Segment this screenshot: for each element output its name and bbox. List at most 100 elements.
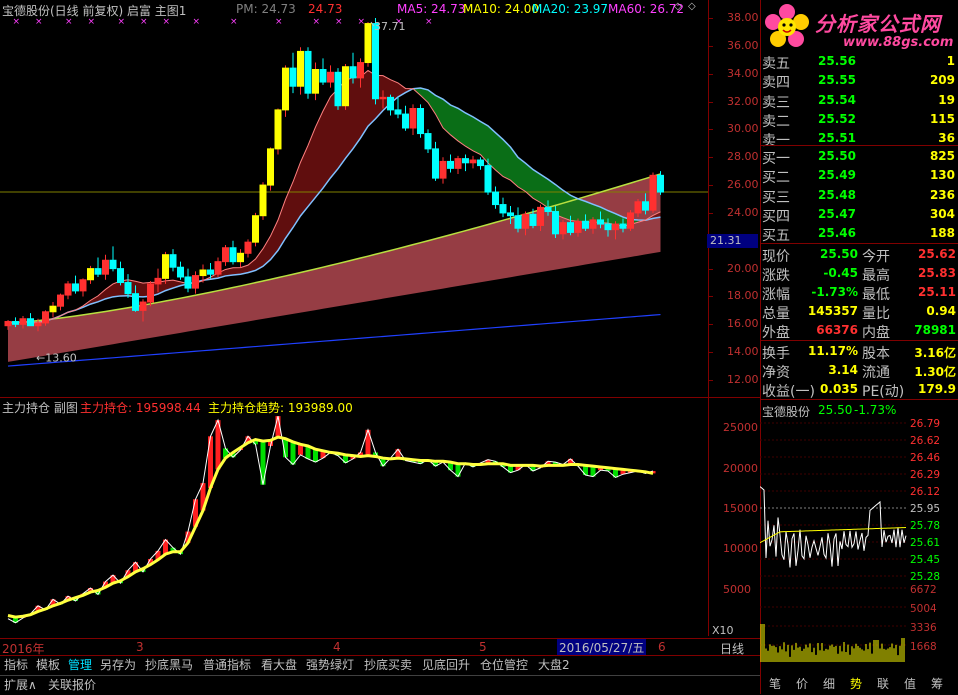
mini-vol-tick: 3336 (910, 622, 937, 634)
indicator-tab[interactable]: 仓位管控 (478, 657, 530, 674)
candle-body (223, 248, 229, 262)
candle-body (590, 220, 596, 228)
main-y-tickmark (709, 18, 713, 19)
buy-level-volume: 304 (900, 207, 955, 221)
quote-label: 涨跌 (762, 265, 790, 285)
sell-level-label: 卖二 (762, 111, 790, 131)
quote-value: 25.11 (900, 285, 956, 299)
right-bottom-tab[interactable]: 联 (872, 676, 894, 693)
candle-body (103, 260, 109, 274)
quote-label: 换手 (762, 343, 790, 363)
indicator-tab[interactable]: 看大盘 (259, 657, 299, 674)
buy-level-label: 买四 (762, 206, 790, 226)
indicator-tab[interactable]: 抄底黑马 (143, 657, 195, 674)
candle-body (545, 207, 551, 211)
candle-body (425, 134, 431, 149)
main-y-tick: 32.00 (727, 95, 759, 108)
indicator-tab[interactable]: 管理 (66, 657, 94, 674)
quote-label: 最高 (862, 265, 890, 285)
candle-body (163, 255, 169, 279)
candle-body (485, 166, 491, 192)
candle-body (238, 253, 244, 261)
main-chart-canvas[interactable]: ×××××××××××××××37.71←13.60 (0, 0, 710, 398)
mini-chart-canvas[interactable]: 26.7926.6226.4626.2926.1225.9525.7825.61… (760, 418, 958, 668)
low-price-annotation: ←13.60 (36, 352, 77, 365)
sell-level-volume: 1 (900, 54, 955, 68)
candle-body (20, 319, 26, 325)
x-label-3: 3 (136, 640, 144, 654)
right-bottom-tab[interactable]: 价 (791, 676, 813, 693)
quote-value: 179.9 (900, 382, 956, 396)
candle-body (643, 202, 649, 210)
indicator-tab[interactable]: 见底回升 (420, 657, 472, 674)
right-bottom-tab[interactable]: 笔 (764, 676, 786, 693)
indicator-tab[interactable]: 另存为 (98, 657, 138, 674)
candle-body (313, 70, 319, 94)
quote-value: 78981 (900, 323, 956, 337)
sell-level-price: 25.51 (818, 131, 856, 145)
ma-fill-segment (578, 199, 586, 223)
candle-body (118, 269, 124, 283)
candle-body (95, 269, 101, 275)
right-bottom-tab[interactable]: 细 (818, 676, 840, 693)
right-bottom-tab[interactable]: 筹 (926, 676, 948, 693)
quote-value: 66376 (800, 323, 858, 337)
indicator-tab[interactable]: 普通指标 (201, 657, 253, 674)
mini-price-tick: 25.45 (910, 554, 940, 566)
right-bottom-tab[interactable]: 值 (899, 676, 921, 693)
quote-value: 1.30亿 (900, 363, 956, 380)
candle-body (253, 216, 259, 242)
indicator-tab[interactable]: 模板 (34, 657, 62, 674)
main-y-tickmark (709, 185, 713, 186)
bottom-bar: 扩展∧ 关联报价 (0, 675, 760, 695)
candle-body (208, 270, 214, 274)
candle-body (290, 68, 296, 86)
related-quote-button[interactable]: 关联报价 (46, 677, 98, 694)
quote-label: 量比 (862, 303, 890, 323)
candle-body (5, 322, 11, 326)
candle-body (298, 51, 304, 86)
right-bottom-tab[interactable]: 势 (845, 676, 867, 693)
quote-label: 内盘 (862, 322, 890, 342)
quote-value: 0.035 (800, 382, 858, 396)
buy-level-volume: 188 (900, 226, 955, 240)
sub-y-tick: 20000 (723, 462, 758, 475)
sell-level-volume: 19 (900, 93, 955, 107)
quote-label: 现价 (762, 246, 790, 266)
indicator-tab[interactable]: 强势绿灯 (304, 657, 356, 674)
sell-level-volume: 209 (900, 73, 955, 87)
candle-body (268, 149, 274, 185)
quote-value: 25.83 (900, 266, 956, 280)
main-y-tick: 34.00 (727, 67, 759, 80)
candle-body (230, 248, 236, 262)
main-y-tickmark (709, 129, 713, 130)
top-marker: × (163, 17, 171, 27)
sub-y-tick: 5000 (723, 583, 751, 596)
buy-level-price: 25.46 (818, 226, 856, 240)
quote-value: -1.73% (800, 285, 858, 299)
high-price-annotation: 37.71 (374, 20, 406, 33)
indicator-tab[interactable]: 指标 (2, 657, 30, 674)
quote-label: 股本 (862, 343, 890, 363)
quote-value: 25.50 (800, 247, 858, 261)
indicator-tab[interactable]: 抄底买卖 (362, 657, 414, 674)
candle-body (215, 262, 221, 275)
logo-url[interactable]: www.88gs.com (843, 35, 953, 50)
quote-label: 流通 (862, 362, 890, 382)
expand-button[interactable]: 扩展∧ (2, 677, 39, 694)
ma-fill-segment (301, 145, 309, 215)
logo: 分析家公式网 www.88gs.com (761, 2, 957, 52)
candle-body (635, 202, 641, 213)
buy-level-price: 25.49 (818, 168, 856, 182)
main-y-tick: 14.00 (727, 345, 759, 358)
mini-price-tick: 26.79 (910, 418, 940, 430)
sell-level-price: 25.52 (818, 112, 856, 126)
candle-body (463, 159, 469, 163)
mini-price-tick: 25.95 (910, 503, 940, 515)
indicator-tab[interactable]: 大盘2 (536, 657, 572, 674)
candle-body (320, 70, 326, 83)
main-y-tick: 12.00 (727, 373, 759, 386)
quote-label: 外盘 (762, 322, 790, 342)
quote-value: 3.14 (800, 363, 858, 377)
sub-chart-canvas[interactable] (0, 398, 710, 636)
